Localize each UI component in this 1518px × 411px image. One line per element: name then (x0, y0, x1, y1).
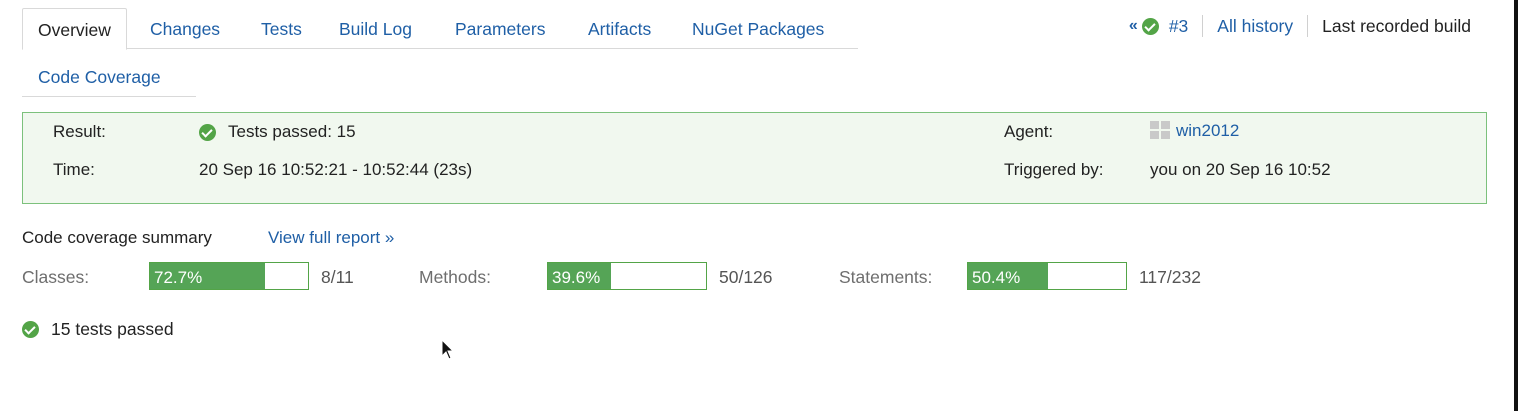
check-circle-icon (1141, 17, 1159, 35)
tab-artifacts[interactable]: Artifacts (588, 8, 651, 48)
mouse-cursor-icon (441, 339, 455, 360)
last-recorded-build-label: Last recorded build (1322, 15, 1471, 36)
statements-percent: 50.4% (972, 268, 1021, 287)
coverage-summary-title: Code coverage summary (22, 228, 212, 247)
build-number-link[interactable]: #3 (1169, 16, 1188, 37)
classes-coverage-bar: 72.7% (149, 262, 309, 290)
view-full-report-link[interactable]: View full report » (268, 228, 394, 248)
agent-value: win2012 (1150, 121, 1239, 141)
tests-summary: 15 tests passed (22, 319, 174, 340)
time-value: 20 Sep 16 10:52:21 - 10:52:44 (23s) (199, 160, 473, 179)
classes-count: 8/11 (321, 267, 354, 287)
result-text: Tests passed: 15 (228, 122, 356, 141)
windows-icon (1150, 121, 1170, 139)
time-label: Time: (53, 160, 95, 179)
methods-label: Methods: (419, 267, 491, 287)
divider (1202, 15, 1204, 37)
methods-count: 50/126 (719, 267, 773, 287)
build-summary-box: Result: Tests passed: 15 Time: 20 Sep 16… (22, 112, 1487, 204)
triggered-by-label: Triggered by: (1004, 160, 1104, 179)
tab-changes[interactable]: Changes (150, 8, 220, 48)
all-history-link[interactable]: All history (1217, 16, 1293, 37)
tab-bar-row-2: Code Coverage (22, 56, 196, 97)
tab-code-coverage[interactable]: Code Coverage (38, 56, 161, 96)
statements-count: 117/232 (1139, 267, 1201, 287)
tab-overview[interactable]: Overview (22, 8, 127, 50)
tab-tests[interactable]: Tests (261, 8, 302, 48)
tab-parameters[interactable]: Parameters (455, 8, 545, 48)
tab-build-log[interactable]: Build Log (339, 8, 412, 48)
result-label: Result: (53, 122, 106, 141)
divider (1307, 15, 1309, 37)
tab-nuget-packages[interactable]: NuGet Packages (692, 8, 824, 48)
tests-summary-text: 15 tests passed (51, 319, 174, 339)
tab-bar: Overview Changes Tests Build Log Paramet… (22, 8, 858, 50)
check-circle-icon (22, 321, 39, 338)
classes-label: Classes: (22, 267, 90, 287)
methods-coverage-bar: 39.6% (547, 262, 707, 290)
double-chevron-left-icon[interactable]: « (1129, 17, 1138, 35)
result-value: Tests passed: 15 (199, 122, 356, 142)
methods-percent: 39.6% (552, 268, 601, 287)
statements-coverage-bar: 50.4% (967, 262, 1127, 290)
agent-label: Agent: (1004, 122, 1054, 141)
triggered-by-value: you on 20 Sep 16 10:52 (1150, 160, 1331, 179)
classes-percent: 72.7% (154, 268, 203, 287)
build-history-nav: « #3 All history Last recorded build (1129, 14, 1471, 38)
window-edge (1514, 0, 1518, 411)
agent-link[interactable]: win2012 (1176, 121, 1239, 140)
check-circle-icon (199, 123, 216, 141)
statements-label: Statements: (839, 267, 933, 287)
